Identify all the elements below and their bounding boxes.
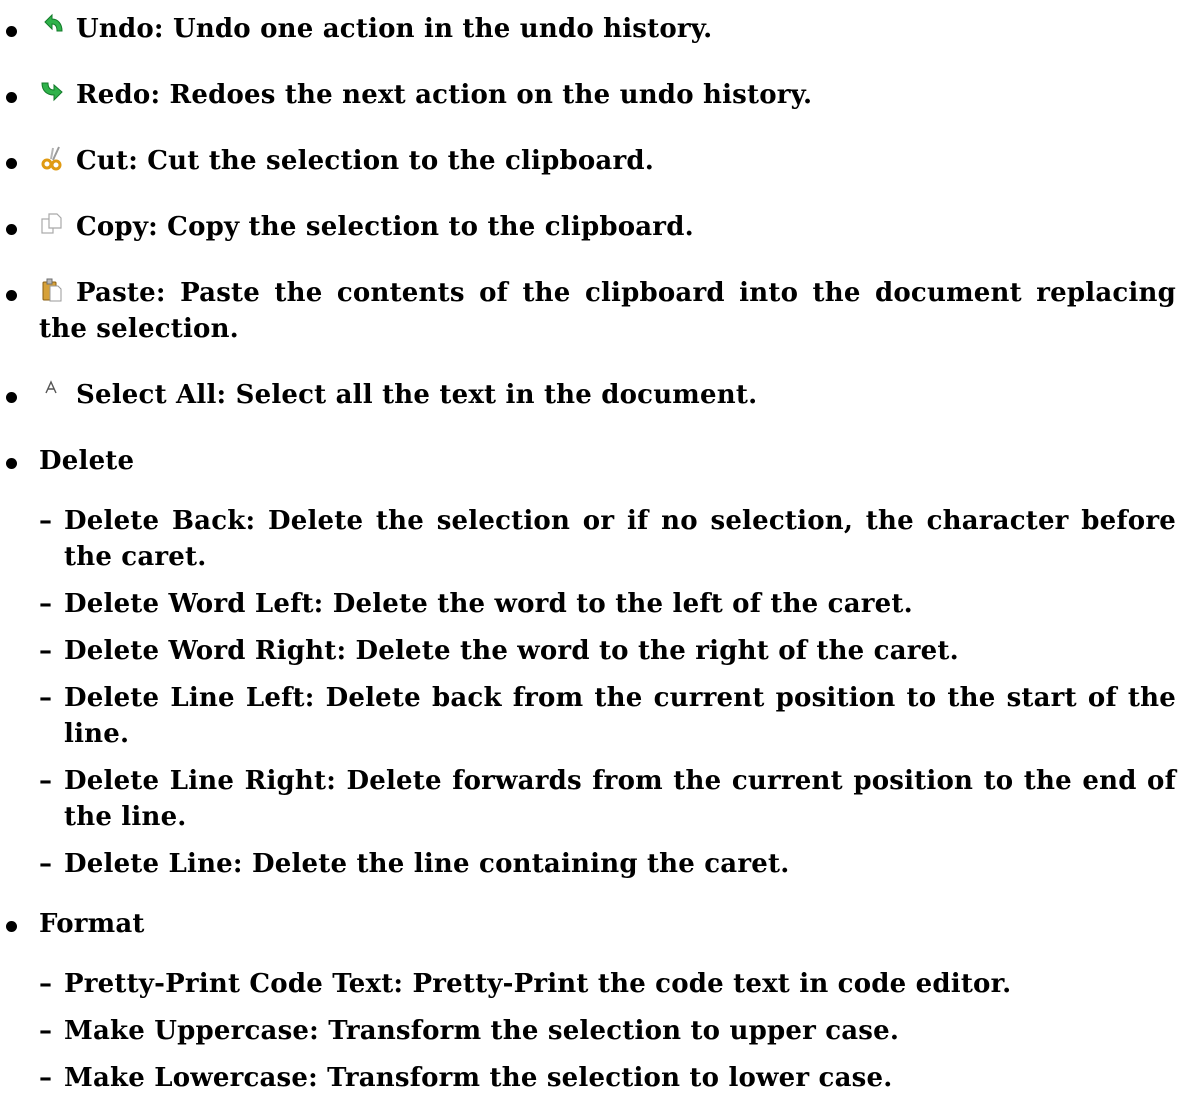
bullet xyxy=(6,392,17,403)
list-item-paste: Paste: Paste the contents of the clipboa… xyxy=(0,275,1187,347)
redo-icon xyxy=(39,79,65,105)
item-text: Delete Line Right: Delete forwards from … xyxy=(64,766,1176,832)
dash: – xyxy=(39,636,53,666)
list-item-format: Format – Pretty-Print Code Text: Pretty-P… xyxy=(0,906,1187,1096)
dash: – xyxy=(39,849,53,879)
paste-icon xyxy=(39,277,65,303)
edit-actions-list: Undo: Undo one action in the undo histor… xyxy=(0,11,1187,1096)
item-text: Make Lowercase: Transform the selection … xyxy=(64,1063,893,1093)
item-text: Cut: Cut the selection to the clipboard. xyxy=(76,146,655,176)
sublist-item: – Delete Line: Delete the line containing… xyxy=(0,846,1176,882)
bullet xyxy=(6,92,17,103)
cut-icon xyxy=(39,145,65,171)
list-item-select-all: Select All: Select all the text in the d… xyxy=(0,377,1187,413)
sublist-item: – Delete Back: Delete the selection or if… xyxy=(0,503,1176,575)
item-text: Copy: Copy the selection to the clipboar… xyxy=(76,212,694,242)
bullet xyxy=(6,290,17,301)
select-all-icon xyxy=(39,379,65,405)
list-item-copy: Copy: Copy the selection to the clipboar… xyxy=(0,209,1187,245)
bullet xyxy=(6,458,17,469)
sublist-item: – Delete Line Right: Delete forwards from… xyxy=(0,763,1176,835)
bullet xyxy=(6,26,17,37)
item-text: Delete Line: Delete the line containing … xyxy=(64,849,790,879)
format-sublist: – Pretty-Print Code Text: Pretty-Print th… xyxy=(39,966,1176,1096)
item-text: Pretty-Print Code Text: Pretty-Print the… xyxy=(64,969,1012,999)
item-text: Paste: Paste the contents of the clipboa… xyxy=(39,278,1176,344)
sublist-item: – Pretty-Print Code Text: Pretty-Print th… xyxy=(0,966,1176,1002)
item-text: Delete Word Right: Delete the word to th… xyxy=(64,636,959,666)
dash: – xyxy=(39,766,53,796)
item-text: Make Uppercase: Transform the selection … xyxy=(64,1016,900,1046)
dash: – xyxy=(39,589,53,619)
undo-icon xyxy=(39,13,65,39)
sublist-item: – Make Uppercase: Transform the selection… xyxy=(0,1013,1176,1049)
sublist-item: – Delete Word Left: Delete the word to th… xyxy=(0,586,1176,622)
delete-sublist: – Delete Back: Delete the selection or if… xyxy=(39,503,1176,882)
bullet xyxy=(6,158,17,169)
list-item-cut: Cut: Cut the selection to the clipboard. xyxy=(0,143,1187,179)
copy-icon xyxy=(39,211,65,237)
sublist-item: – Delete Line Left: Delete back from the … xyxy=(0,680,1176,752)
dash: – xyxy=(39,1063,53,1093)
sublist-item: – Make Lowercase: Transform the selection… xyxy=(0,1060,1176,1096)
dash: – xyxy=(39,1016,53,1046)
item-text: Delete Word Left: Delete the word to the… xyxy=(64,589,913,619)
sublist-item: – Delete Word Right: Delete the word to t… xyxy=(0,633,1176,669)
dash: – xyxy=(39,506,53,536)
item-text: Undo: Undo one action in the undo histor… xyxy=(76,14,713,44)
group-heading-delete: Delete xyxy=(39,446,135,476)
bullet xyxy=(6,224,17,235)
list-item-delete: Delete – Delete Back: Delete the selectio… xyxy=(0,443,1187,882)
item-text: Select All: Select all the text in the d… xyxy=(76,380,758,410)
list-item-undo: Undo: Undo one action in the undo histor… xyxy=(0,11,1187,47)
item-text: Redo: Redoes the next action on the undo… xyxy=(76,80,813,110)
dash: – xyxy=(39,683,53,713)
dash: – xyxy=(39,969,53,999)
bullet xyxy=(6,921,17,932)
list-item-redo: Redo: Redoes the next action on the undo… xyxy=(0,77,1187,113)
item-text: Delete Back: Delete the selection or if … xyxy=(64,506,1176,572)
document: Undo: Undo one action in the undo histor… xyxy=(0,0,1187,1101)
group-heading-format: Format xyxy=(39,909,145,939)
item-text: Delete Line Left: Delete back from the c… xyxy=(64,683,1176,749)
